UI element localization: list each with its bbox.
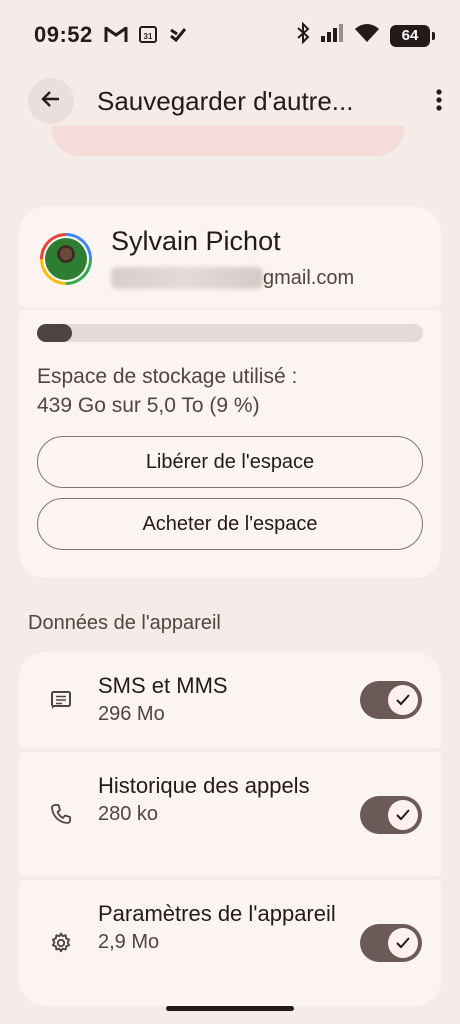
- storage-value: 439 Go sur 5,0 To (9 %): [37, 394, 260, 417]
- top-app-bar: Sauvegarder d'autre...: [0, 72, 460, 132]
- item-size: 296 Mo: [98, 703, 165, 725]
- storage-progress-fill: [37, 324, 72, 342]
- status-bar: 09:52 31 64: [0, 0, 460, 66]
- message-icon: [47, 686, 75, 714]
- more-vert-icon: [436, 88, 442, 116]
- tasks-icon: [168, 24, 188, 49]
- storage-progress-bar: [37, 324, 423, 342]
- back-button[interactable]: [28, 78, 74, 124]
- svg-text:31: 31: [144, 32, 153, 41]
- sms-toggle[interactable]: [360, 681, 422, 719]
- email-redacted: [111, 267, 263, 289]
- device-settings-toggle[interactable]: [360, 924, 422, 962]
- system-icons: 64: [296, 21, 435, 49]
- storage-card: Espace de stockage utilisé : 439 Go sur …: [19, 310, 441, 578]
- call-history-toggle[interactable]: [360, 796, 422, 834]
- account-name: Sylvain Pichot: [111, 226, 281, 256]
- wifi-icon: [354, 23, 380, 48]
- signal-icon: [320, 23, 344, 48]
- status-time: 09:52: [34, 22, 93, 47]
- list-item-sms[interactable]: SMS et MMS 296 Mo: [19, 652, 441, 748]
- item-size: 2,9 Mo: [98, 931, 160, 953]
- battery-icon: 64: [390, 24, 435, 47]
- avatar: [40, 233, 92, 285]
- settings-gear-icon: [47, 929, 75, 957]
- gmail-icon: [104, 25, 128, 48]
- storage-label: Espace de stockage utilisé :: [37, 365, 298, 388]
- arrow-back-icon: [40, 88, 62, 115]
- account-card[interactable]: Sylvain Pichot gmail.com: [19, 207, 441, 307]
- backup-screen: 09:52 31 64 Sauvegarder d'autre... Sylva…: [0, 0, 460, 1024]
- check-icon: [388, 928, 418, 958]
- free-space-button[interactable]: Libérer de l'espace: [37, 436, 423, 488]
- section-title: Données de l'appareil: [28, 612, 221, 634]
- item-title: Paramètres de l'appareil: [98, 901, 336, 926]
- home-indicator[interactable]: [166, 1006, 294, 1011]
- account-email: gmail.com: [263, 267, 355, 289]
- avatar-photo: [45, 238, 87, 280]
- check-icon: [388, 800, 418, 830]
- bluetooth-icon: [296, 21, 310, 49]
- more-options-button[interactable]: [432, 84, 446, 120]
- list-item-device-settings[interactable]: Paramètres de l'appareil 2,9 Mo: [19, 880, 441, 1006]
- item-size: 280 ko: [98, 803, 159, 825]
- notification-icons: 31: [104, 24, 188, 49]
- previous-content-banner: [52, 126, 404, 156]
- item-title: Historique des appels: [98, 773, 310, 798]
- list-item-call-history[interactable]: Historique des appels 280 ko: [19, 752, 441, 876]
- check-icon: [388, 685, 418, 715]
- item-title: SMS et MMS: [98, 673, 228, 698]
- buy-storage-button[interactable]: Acheter de l'espace: [37, 498, 423, 550]
- page-title: Sauvegarder d'autre...: [97, 86, 354, 116]
- calendar-icon: 31: [138, 24, 158, 49]
- phone-icon: [47, 800, 75, 828]
